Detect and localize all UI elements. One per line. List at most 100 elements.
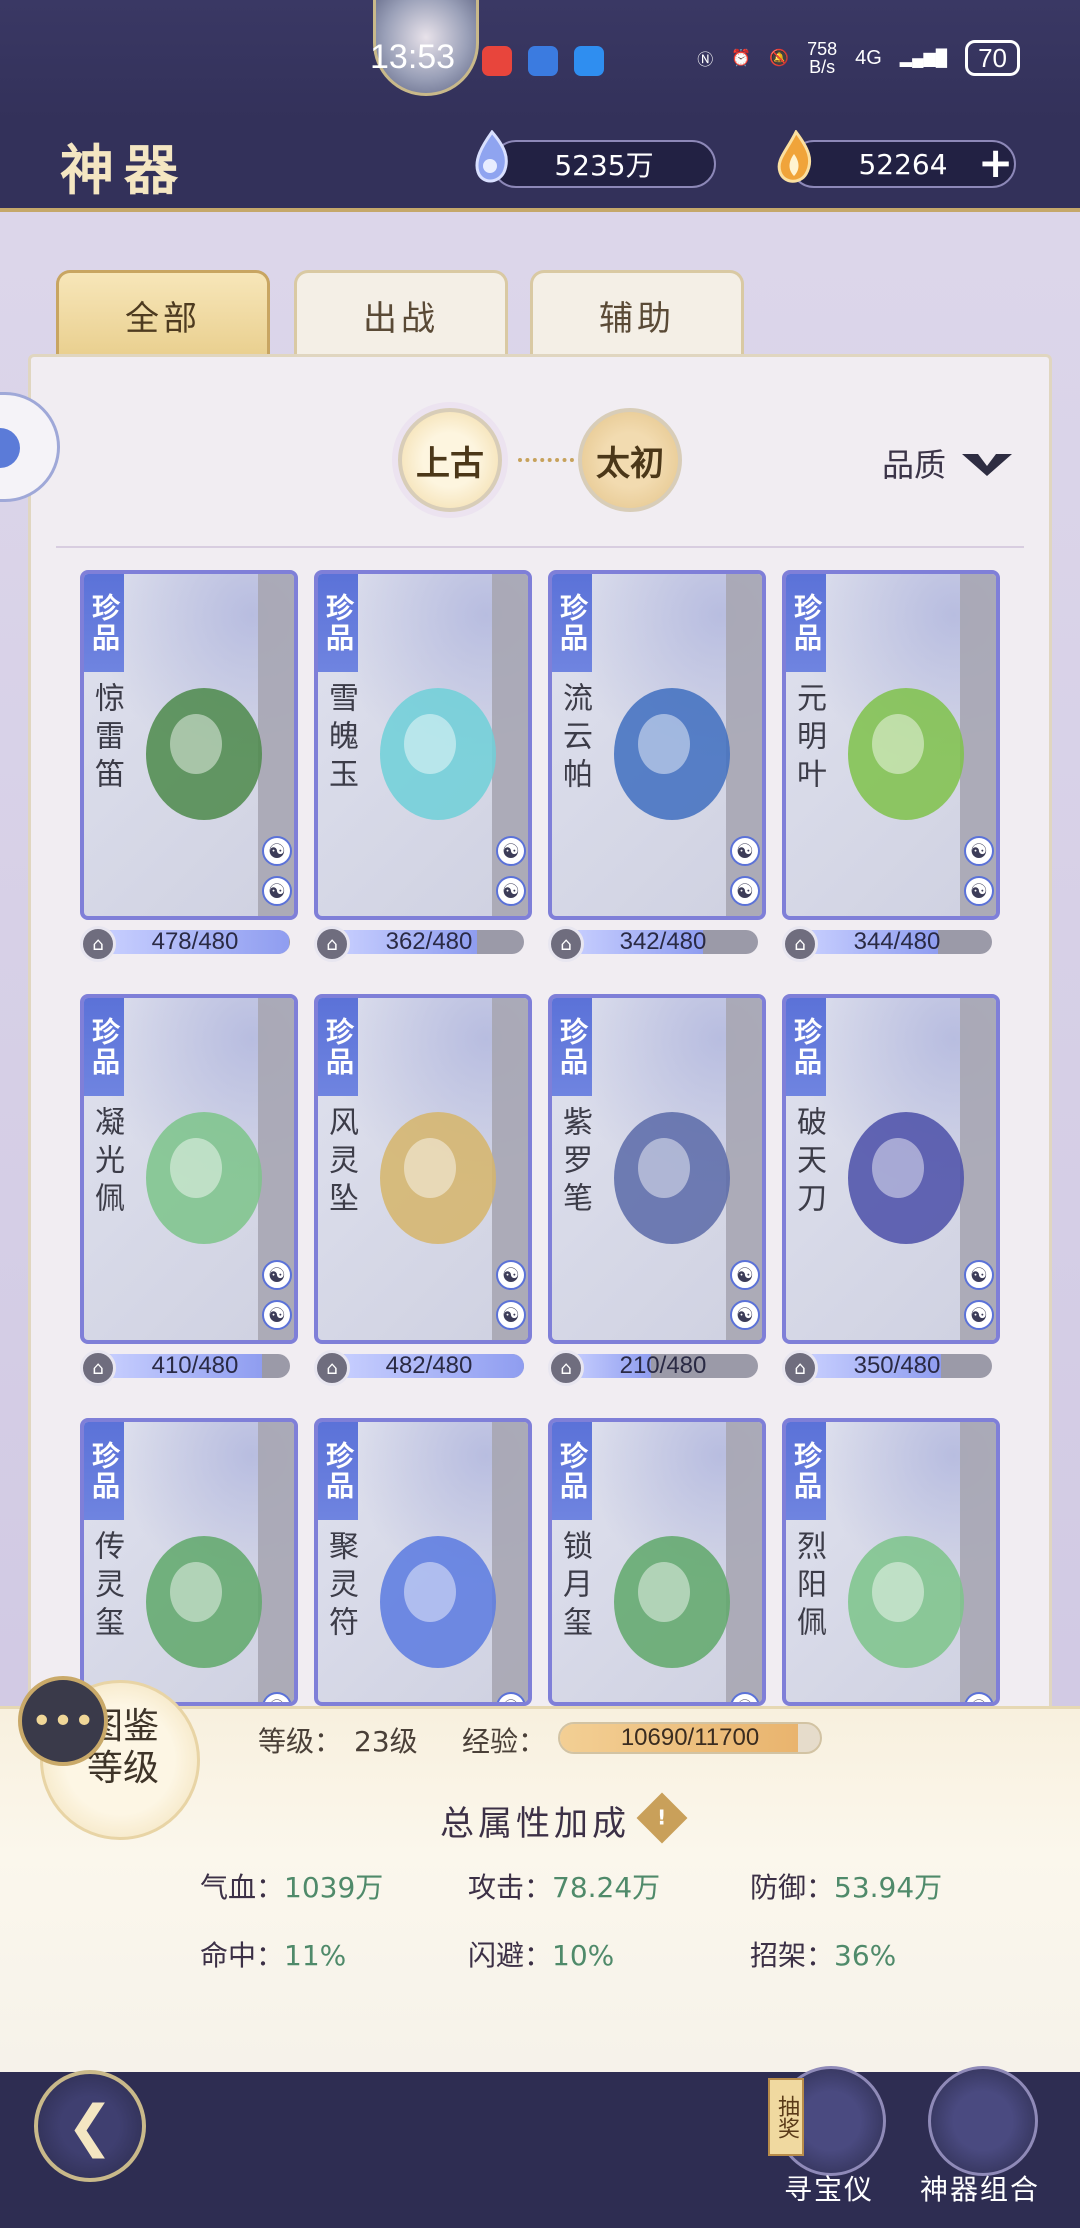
nfc-icon: Ⓝ <box>697 52 714 69</box>
era-primordial-button[interactable]: 太初 <box>578 408 682 512</box>
yin-yang-icon: ☯ <box>730 836 760 866</box>
upgrade-icon: ⌂ <box>548 1350 584 1386</box>
page-title: 神器 <box>60 138 188 202</box>
net-speed: 758 B/s <box>807 39 838 77</box>
stat-attack: 攻击：78.24万 <box>468 1871 661 1904</box>
weather-icon <box>574 46 604 76</box>
arrow-left-icon: ❮ <box>66 2093 114 2159</box>
quality-filter[interactable]: 品质 <box>882 440 1014 486</box>
artifact-name: 紫罗笔 <box>557 1106 592 1220</box>
progress-text: 350/480 <box>853 1352 941 1379</box>
artifact-card[interactable]: 珍品锁月玺☯ <box>548 1418 766 1706</box>
artifact-image <box>146 688 262 820</box>
artifact-image <box>614 1536 730 1668</box>
level-label: 等级： <box>258 1725 343 1758</box>
yin-yang-icon: ☯ <box>496 876 526 906</box>
artifact-progress: ⌂ 482/480 <box>314 1350 528 1386</box>
status-time: 13:53 <box>370 38 456 76</box>
progress-text: 362/480 <box>385 928 473 955</box>
era-ancient-button[interactable]: 上古 <box>398 408 502 512</box>
upgrade-icon: ⌂ <box>80 926 116 962</box>
artifact-combo-label: 神器组合 <box>920 2173 1041 2206</box>
tab-support[interactable]: 辅助 <box>530 270 744 358</box>
yin-yang-icon: ☯ <box>262 1260 292 1290</box>
artifact-name: 聚灵符 <box>323 1530 358 1644</box>
artifact-name: 流云帕 <box>557 682 592 796</box>
tab-all[interactable]: 全部 <box>56 270 270 358</box>
back-button[interactable]: ❮ <box>34 2070 146 2182</box>
signal-label: 4G <box>855 46 882 69</box>
artifact-image <box>380 1536 496 1668</box>
artifact-image <box>848 688 964 820</box>
app-notification-icon <box>528 46 558 76</box>
stat-parry: 招架：36% <box>750 1939 897 1972</box>
artifact-card[interactable]: 珍品 元明叶 ☯ ☯ <box>782 570 1000 920</box>
header: 神器 5235万 52264 <box>0 120 1080 212</box>
artifact-combo-button[interactable] <box>928 2066 1038 2176</box>
chat-button[interactable]: ••• <box>18 1676 108 1766</box>
upgrade-icon: ⌂ <box>782 1350 818 1386</box>
artifact-card[interactable]: 珍品 破天刀 ☯ ☯ <box>782 994 1000 1344</box>
artifact-name: 惊雷笛 <box>89 682 124 796</box>
yin-yang-icon: ☯ <box>730 1300 760 1330</box>
artifact-name: 元明叶 <box>791 682 826 796</box>
yin-yang-icon: ☯ <box>496 1300 526 1330</box>
artifact-name: 雪魄玉 <box>323 682 358 796</box>
quality-filter-label: 品质 <box>882 446 947 484</box>
artifact-card[interactable]: 珍品 凝光佩 ☯ ☯ <box>80 994 298 1344</box>
artifact-image <box>848 1112 964 1244</box>
progress-text: 342/480 <box>619 928 707 955</box>
artifact-name: 烈阳佩 <box>791 1530 826 1644</box>
artifact-card[interactable]: 珍品烈阳佩☯ <box>782 1418 1000 1706</box>
artifact-progress: ⌂ 210/480 <box>548 1350 762 1386</box>
era-connector <box>518 458 574 462</box>
yin-yang-icon: ☯ <box>964 1260 994 1290</box>
flame-icon <box>777 130 812 183</box>
artifact-card[interactable]: 珍品 雪魄玉 ☯ ☯ <box>314 570 532 920</box>
upgrade-icon: ⌂ <box>314 1350 350 1386</box>
artifact-card[interactable]: 珍品 紫罗笔 ☯ ☯ <box>548 994 766 1344</box>
yin-yang-icon: ☯ <box>964 836 994 866</box>
progress-text: 210/480 <box>619 1352 707 1379</box>
upgrade-icon: ⌂ <box>314 926 350 962</box>
artifact-card[interactable]: 珍品传灵玺☯ <box>80 1418 298 1706</box>
artifact-image <box>146 1112 262 1244</box>
artifact-card[interactable]: 珍品 流云帕 ☯ ☯ <box>548 570 766 920</box>
artifact-image <box>380 688 496 820</box>
stat-defense: 防御：53.94万 <box>750 1871 943 1904</box>
alarm-icon: ⏰ <box>731 50 752 67</box>
yin-yang-icon: ☯ <box>730 876 760 906</box>
artifact-progress: ⌂ 410/480 <box>80 1350 294 1386</box>
artifact-image <box>380 1112 496 1244</box>
add-currency-button[interactable]: + <box>978 138 1013 187</box>
artifact-card[interactable]: 珍品 惊雷笛 ☯ ☯ <box>80 570 298 920</box>
upgrade-icon: ⌂ <box>782 926 818 962</box>
currency-gold-value: 52264 <box>858 147 948 181</box>
tab-battle[interactable]: 出战 <box>294 270 508 358</box>
upgrade-icon: ⌂ <box>548 926 584 962</box>
exp-bar: 10690/11700 <box>558 1722 822 1754</box>
treasure-finder-label: 寻宝仪 <box>784 2173 875 2206</box>
yin-yang-icon: ☯ <box>262 876 292 906</box>
yin-yang-icon: ☯ <box>262 836 292 866</box>
progress-text: 410/480 <box>151 1352 239 1379</box>
battery-indicator: 70 <box>965 40 1020 76</box>
artifact-name: 锁月玺 <box>557 1530 592 1644</box>
bottom-bar <box>0 2072 1080 2228</box>
artifact-card[interactable]: 珍品 风灵坠 ☯ ☯ <box>314 994 532 1344</box>
level-value: 23级 <box>354 1725 418 1758</box>
artifact-progress: ⌂ 362/480 <box>314 926 528 962</box>
artifact-progress: ⌂ 344/480 <box>782 926 996 962</box>
progress-text: 344/480 <box>853 928 941 955</box>
status-bar: 13:53 Ⓝ ⏰ 🔕 758 B/s 4G ▂▄▆█ 70 <box>0 0 1080 120</box>
artifact-card[interactable]: 珍品聚灵符☯ <box>314 1418 532 1706</box>
stat-hit: 命中：11% <box>200 1939 347 1972</box>
yin-yang-icon: ☯ <box>496 1260 526 1290</box>
artifact-progress: ⌂ 342/480 <box>548 926 762 962</box>
lottery-badge: 抽奖 <box>768 2078 804 2156</box>
artifact-name: 传灵玺 <box>89 1530 124 1644</box>
artifact-progress: ⌂ 350/480 <box>782 1350 996 1386</box>
currency-spirit: 5235万 <box>492 140 716 188</box>
yin-yang-icon: ☯ <box>730 1260 760 1290</box>
artifact-name: 破天刀 <box>791 1106 826 1220</box>
